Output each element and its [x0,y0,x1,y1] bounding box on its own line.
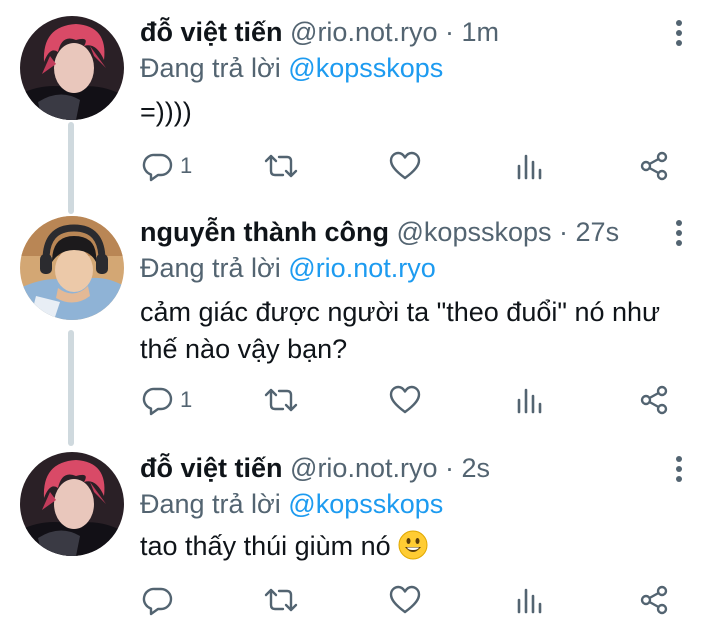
timestamp[interactable]: 2s [462,453,491,483]
like-button[interactable] [388,380,422,420]
tweet[interactable]: đỗ việt tiến @rio.not.ryo · 1m Đang trả … [0,14,720,190]
avatar[interactable] [20,452,124,556]
tweet-header: đỗ việt tiến @rio.not.ryo · 1m [140,14,499,50]
share-icon [638,384,670,416]
retweet-button[interactable] [262,380,300,420]
reply-button[interactable]: 1 [142,146,192,186]
reply-count: 1 [180,153,193,178]
share-icon [638,150,670,182]
avatar[interactable] [20,216,124,320]
share-button[interactable] [638,146,670,186]
reply-button[interactable]: 1 [142,380,192,420]
mention-link[interactable]: @kopsskops [288,53,443,83]
username[interactable]: @rio.not.ryo [290,17,437,47]
tweet-text: =)))) [140,97,192,127]
avatar[interactable] [20,16,124,120]
more-vertical-icon[interactable] [672,454,686,484]
like-button[interactable] [388,146,422,186]
more-vertical-icon[interactable] [672,18,686,48]
retweet-icon [262,150,300,182]
display-name[interactable]: nguyễn thành công [140,217,389,247]
analytics-icon [516,584,546,616]
tweet-header: đỗ việt tiến @rio.not.ryo · 2s [140,450,490,486]
display-name[interactable]: đỗ việt tiến [140,17,283,47]
more-vertical-icon[interactable] [672,218,686,248]
replying-to-label: Đang trả lời [140,253,281,283]
heart-icon [388,584,422,616]
tweet-header: nguyễn thành công @kopsskops · 27s [140,214,619,250]
replying-to: Đang trả lời @rio.not.ryo [140,250,436,286]
replying-to: Đang trả lời @kopsskops [140,486,443,522]
replying-to-label: Đang trả lời [140,53,281,83]
analytics-icon [516,150,546,182]
replying-to-label: Đang trả lời [140,489,281,519]
heart-icon [388,150,422,182]
reply-button[interactable] [142,580,180,620]
tweet[interactable]: nguyễn thành công @kopsskops · 27s Đang … [0,214,720,428]
retweet-button[interactable] [262,580,300,620]
grinning-face-emoji [398,530,428,570]
tweet[interactable]: đỗ việt tiến @rio.not.ryo · 2s Đang trả … [0,450,720,623]
timestamp[interactable]: 27s [576,217,620,247]
like-button[interactable] [388,580,422,620]
timestamp[interactable]: 1m [462,17,500,47]
reply-icon [142,384,174,416]
reply-icon [142,150,174,182]
retweet-icon [262,584,300,616]
share-icon [638,584,670,616]
username[interactable]: @rio.not.ryo [290,453,437,483]
share-button[interactable] [638,580,670,620]
action-bar: 1 [0,380,720,420]
analytics-button[interactable] [516,380,546,420]
replying-to: Đang trả lời @kopsskops [140,50,443,86]
heart-icon [388,384,422,416]
separator: · [445,17,455,47]
analytics-icon [516,384,546,416]
action-bar [0,580,720,620]
mention-link[interactable]: @rio.not.ryo [288,253,435,283]
mention-link[interactable]: @kopsskops [288,489,443,519]
tweet-text: tao thấy thúi giùm nó [140,531,391,561]
share-button[interactable] [638,380,670,420]
analytics-button[interactable] [516,580,546,620]
display-name[interactable]: đỗ việt tiến [140,453,283,483]
reply-count: 1 [180,387,193,412]
action-bar: 1 [0,146,720,186]
separator: · [559,217,569,247]
analytics-button[interactable] [516,146,546,186]
reply-icon [142,584,174,616]
tweet-text: cảm giác được người ta "theo đuổi" nó nh… [140,297,661,364]
retweet-button[interactable] [262,146,300,186]
tweet-body: tao thấy thúi giùm nó [140,528,700,570]
username[interactable]: @kopsskops [397,217,552,247]
separator: · [445,453,455,483]
retweet-icon [262,384,300,416]
